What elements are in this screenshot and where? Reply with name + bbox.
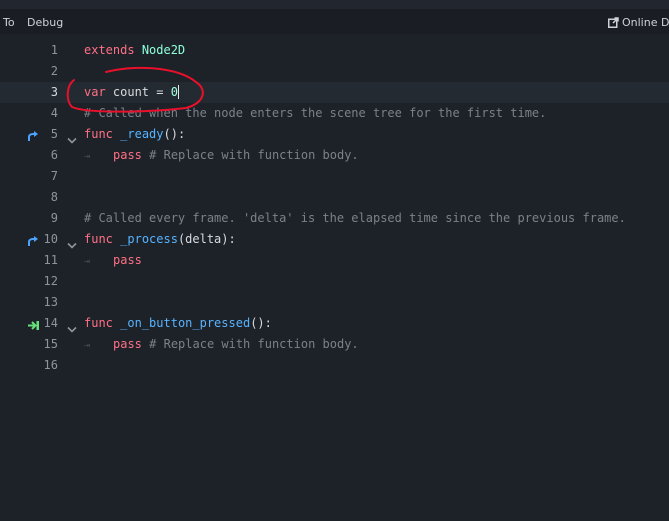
line-number: 3 — [50, 85, 58, 99]
code-line[interactable]: 12 — [0, 271, 669, 292]
code-token: (delta): — [177, 232, 236, 246]
code-text: func _ready(): — [84, 127, 185, 141]
code-line[interactable]: 3 var count = 0 — [0, 82, 669, 103]
code-text: ⇥ pass # Replace with function body. — [84, 337, 359, 351]
code-line[interactable]: 16 — [0, 355, 669, 376]
code-text: func _on_button_pressed(): — [84, 316, 272, 330]
line-number: 8 — [50, 190, 58, 204]
code-token: _on_button_pressed — [120, 316, 251, 330]
code-line[interactable]: 4 # Called when the node enters the scene… — [0, 103, 669, 124]
line-number: 2 — [50, 64, 58, 78]
line-number: 4 — [50, 106, 58, 120]
fold-chevron-icon[interactable] — [67, 130, 77, 144]
code-text: # Called every frame. 'delta' is the ela… — [84, 211, 626, 225]
code-token: (): — [163, 127, 186, 141]
code-line[interactable]: 10 func _process(delta): — [0, 229, 669, 250]
line-number: 13 — [43, 295, 58, 309]
code-text: func _process(delta): — [84, 232, 236, 246]
code-token: # Called every frame. 'delta' is the ela… — [84, 211, 626, 225]
tab-indent-icon: ⇥ — [84, 151, 91, 162]
code-token: pass — [113, 148, 142, 162]
line-number: 15 — [43, 337, 58, 351]
code-line[interactable]: 13 — [0, 292, 669, 313]
code-line[interactable]: 6 ⇥ pass # Replace with function body. — [0, 145, 669, 166]
code-line[interactable]: 11 ⇥ pass — [0, 250, 669, 271]
online-docs-link[interactable]: Online Do — [608, 16, 669, 29]
code-token: _ready — [120, 127, 164, 141]
tab-indent-icon: ⇥ — [84, 256, 91, 267]
code-line[interactable]: 1 extends Node2D — [0, 40, 669, 61]
code-token: func — [84, 127, 113, 141]
code-token: pass — [113, 337, 142, 351]
external-link-icon — [608, 17, 619, 28]
code-token: var — [84, 85, 106, 99]
code-token: # Called when the node enters the scene … — [84, 106, 547, 120]
code-line[interactable]: 5 func _ready(): — [0, 124, 669, 145]
line-number: 6 — [50, 148, 58, 162]
editor-toolbar: To Debug Online Do — [0, 0, 669, 34]
code-token: (): — [250, 316, 272, 330]
code-line[interactable]: 8 — [0, 187, 669, 208]
tab-indent-icon: ⇥ — [84, 340, 91, 351]
code-token: _process — [120, 232, 178, 246]
line-number: 14 — [43, 316, 58, 330]
code-line[interactable]: 15 ⇥ pass # Replace with function body. — [0, 334, 669, 355]
menu-go-to[interactable]: To — [3, 16, 15, 29]
code-text: # Called when the node enters the scene … — [84, 106, 546, 120]
fold-chevron-icon[interactable] — [67, 235, 77, 249]
code-token: Node2D — [141, 43, 186, 57]
code-line[interactable]: 7 — [0, 166, 669, 187]
text-caret — [177, 85, 179, 99]
code-text: ⇥ pass # Replace with function body. — [84, 148, 359, 162]
code-text: var count = 0 — [84, 85, 179, 99]
line-number: 9 — [50, 211, 58, 225]
code-token: extends — [84, 43, 135, 57]
code-token: 0 — [170, 85, 178, 99]
code-token: # Replace with function body. — [149, 148, 359, 162]
code-token: pass — [113, 253, 142, 267]
code-editor[interactable]: 1 extends Node2D 2 3 var count = 0 4 # Called … — [0, 34, 669, 521]
line-number: 12 — [43, 274, 58, 288]
code-text: extends Node2D — [84, 43, 185, 57]
online-docs-label: Online Do — [622, 16, 669, 29]
code-token: func — [84, 316, 113, 330]
code-line[interactable]: 14 func _on_button_pressed(): — [0, 313, 669, 334]
fold-chevron-icon[interactable] — [67, 319, 77, 333]
code-token: func — [84, 232, 113, 246]
code-token: # Replace with function body. — [149, 337, 359, 351]
line-number: 7 — [50, 169, 58, 183]
line-number: 10 — [43, 232, 58, 246]
line-number: 11 — [43, 253, 58, 267]
code-text: ⇥ pass — [84, 253, 142, 267]
code-token: count = — [105, 85, 171, 99]
line-number: 5 — [50, 127, 58, 141]
line-number: 1 — [50, 43, 58, 57]
toolbar-top-strip — [0, 0, 669, 9]
line-number: 16 — [43, 358, 58, 372]
code-line[interactable]: 9 # Called every frame. 'delta' is the el… — [0, 208, 669, 229]
menu-debug[interactable]: Debug — [27, 16, 63, 29]
code-line[interactable]: 2 — [0, 61, 669, 82]
